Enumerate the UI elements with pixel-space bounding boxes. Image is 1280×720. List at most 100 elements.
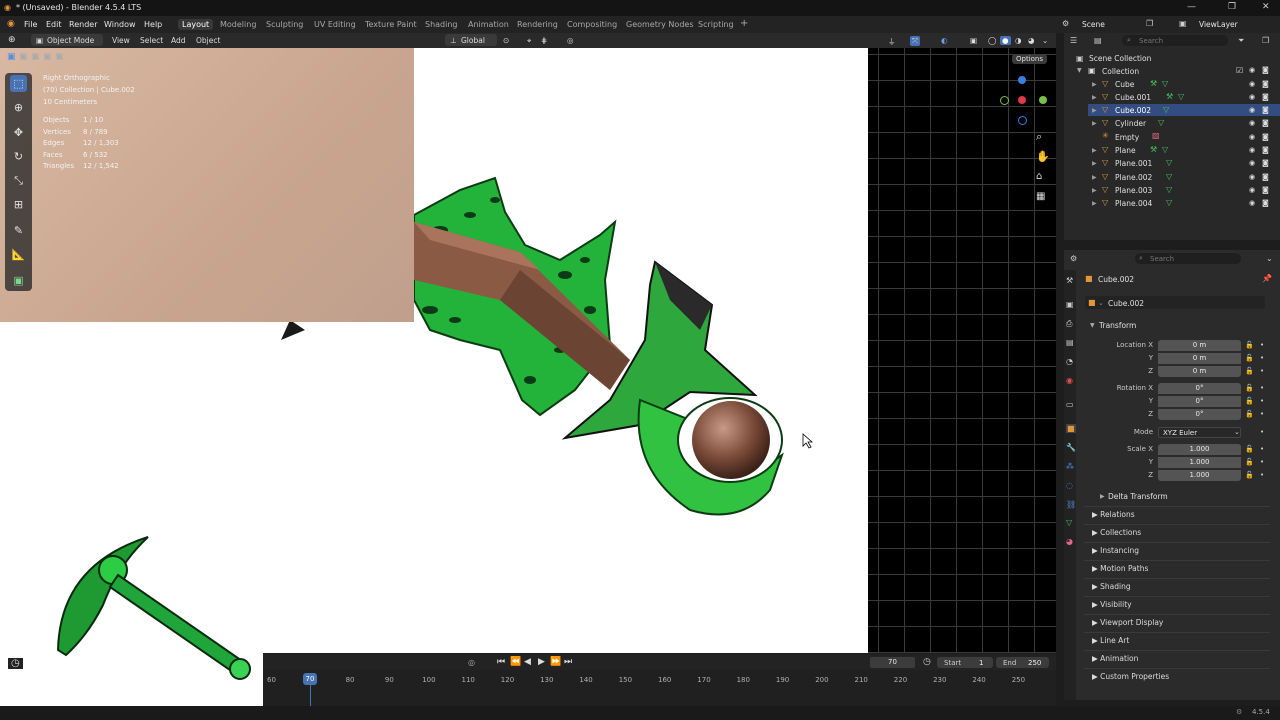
eye-icon[interactable]: ◉	[1249, 93, 1255, 101]
expand-icon[interactable]: ▶	[1092, 160, 1097, 167]
section-motion-paths[interactable]: ▶ Motion Paths	[1092, 564, 1148, 573]
select-extend-icon[interactable]: ▣	[19, 52, 28, 62]
annotate-icon[interactable]: ✎	[10, 222, 27, 239]
tab-scripting[interactable]: Scripting	[698, 20, 734, 29]
scene-selector[interactable]: Scene	[1082, 20, 1105, 29]
camera-icon[interactable]: ◙	[1262, 173, 1269, 181]
measure-icon[interactable]: 📐	[10, 246, 27, 263]
lock-icon[interactable]: 🔓	[1245, 367, 1254, 375]
keyframe-dot-icon[interactable]: •	[1260, 367, 1264, 375]
outliner-item-plane-004[interactable]: Plane.004	[1115, 199, 1152, 208]
solid-shading-icon[interactable]: ●	[1000, 36, 1011, 45]
location-y-field[interactable]: 0 m	[1158, 353, 1241, 364]
particles-tab-icon[interactable]: ⁂	[1066, 462, 1074, 471]
jump-start-icon[interactable]: ⏮	[497, 657, 505, 667]
world-tab-icon[interactable]: ◉	[1066, 376, 1073, 385]
cursor-icon[interactable]: ⊕	[10, 99, 27, 116]
prev-keyframe-icon[interactable]: ⏪	[510, 657, 521, 667]
proportional-edit-icon[interactable]: ◎	[567, 36, 574, 45]
delta-expand-icon[interactable]: ▶	[1100, 493, 1105, 500]
tab-sculpting[interactable]: Sculpting	[266, 20, 303, 29]
keyframe-dot-icon[interactable]: •	[1260, 458, 1264, 466]
camera-icon[interactable]: ◙	[1262, 106, 1269, 114]
properties-editor-icon[interactable]: ⚙	[1070, 254, 1077, 263]
keyframe-dot-icon[interactable]: •	[1260, 341, 1264, 349]
section-viewport-display[interactable]: ▶ Viewport Display	[1092, 618, 1163, 627]
tab-animation[interactable]: Animation	[468, 20, 509, 29]
outliner-item-cube-001[interactable]: Cube.001	[1115, 93, 1151, 102]
expand-icon[interactable]: ▶	[1092, 81, 1097, 88]
ortho-toggle-icon[interactable]: ▦	[1036, 191, 1045, 202]
menu-window[interactable]: Window	[104, 20, 136, 29]
menu-help[interactable]: Help	[144, 20, 162, 29]
editor-type-timeline-icon[interactable]: ◷	[8, 658, 23, 669]
scene-tab-icon[interactable]: ◔	[1066, 357, 1073, 366]
location-x-field[interactable]: 0 m	[1158, 340, 1241, 351]
outliner-item-cylinder[interactable]: Cylinder	[1115, 119, 1146, 128]
editor-type-icon[interactable]: ⊕	[8, 35, 16, 45]
output-tab-icon[interactable]: ⎙	[1066, 319, 1072, 329]
rotate-icon[interactable]: ↻	[10, 148, 27, 165]
section-relations[interactable]: ▶ Relations	[1092, 510, 1135, 519]
menu-render[interactable]: Render	[69, 20, 97, 29]
menu-add[interactable]: Add	[171, 36, 186, 45]
outliner-item-plane-001[interactable]: Plane.001	[1115, 159, 1152, 168]
filter-icon[interactable]: ⏷	[1238, 36, 1244, 46]
play-reverse-icon[interactable]: ◀	[524, 657, 531, 667]
menu-edit[interactable]: Edit	[46, 20, 62, 29]
current-frame-field[interactable]: 70	[870, 657, 915, 668]
outliner-item-cube[interactable]: Cube	[1115, 80, 1134, 89]
viewport-grid-area[interactable]	[868, 48, 1056, 653]
keyframe-dot-icon[interactable]: •	[1260, 354, 1264, 362]
eye-icon[interactable]: ◉	[1249, 106, 1255, 114]
current-frame-indicator[interactable]: 70	[303, 673, 317, 685]
transform-header[interactable]: Transform	[1099, 321, 1136, 330]
outliner-item-cube-002[interactable]: Cube.002	[1115, 106, 1151, 115]
options-button[interactable]: Options	[1012, 54, 1048, 64]
outliner-item-plane[interactable]: Plane	[1115, 146, 1136, 155]
expand-icon[interactable]: ▶	[1092, 200, 1097, 207]
lock-icon[interactable]: 🔓	[1245, 445, 1254, 453]
section-instancing[interactable]: ▶ Instancing	[1092, 546, 1139, 555]
expand-icon[interactable]: ▶	[1092, 187, 1097, 194]
outliner-search[interactable]	[1122, 35, 1228, 46]
lock-icon[interactable]: 🔓	[1245, 397, 1254, 405]
menu-object[interactable]: Object	[196, 36, 220, 45]
display-mode-icon[interactable]: ▤	[1094, 36, 1102, 45]
add-cube-icon[interactable]: ▣	[10, 272, 27, 289]
camera-icon[interactable]: ◙	[1262, 133, 1269, 141]
camera-icon[interactable]: ◙	[1262, 199, 1269, 207]
new-scene-icon[interactable]: ❐	[1146, 19, 1153, 28]
pivot-icon[interactable]: ⊙	[503, 36, 509, 45]
next-keyframe-icon[interactable]: ⏩	[550, 657, 561, 667]
location-z-field[interactable]: 0 m	[1158, 366, 1241, 377]
camera-icon[interactable]: ◙	[1262, 119, 1269, 127]
menu-view[interactable]: View	[112, 36, 130, 45]
select-invert-icon[interactable]: ▣	[43, 52, 52, 62]
eye-icon[interactable]: ◉	[1249, 186, 1255, 194]
material-shading-icon[interactable]: ◑	[1015, 36, 1022, 45]
keyframe-dot-icon[interactable]: •	[1260, 397, 1264, 405]
visibility-icon[interactable]: ⏚	[888, 36, 896, 47]
blender-menu-icon[interactable]: ◉	[7, 19, 15, 29]
expand-icon[interactable]: ▶	[1092, 94, 1097, 101]
expand-icon[interactable]: ▶	[1092, 107, 1097, 114]
add-workspace-button[interactable]: +	[740, 18, 748, 29]
tab-texture-paint[interactable]: Texture Paint	[365, 20, 417, 29]
rotation-mode-select[interactable]: XYZ Euler	[1158, 427, 1241, 438]
select-box-icon[interactable]: ⬚	[10, 75, 27, 92]
rotation-z-field[interactable]: 0°	[1158, 409, 1241, 420]
rendered-shading-icon[interactable]: ◕	[1028, 36, 1035, 45]
maximize-icon[interactable]: ❐	[1228, 2, 1236, 12]
view-layer-tab-icon[interactable]: ▤	[1066, 338, 1074, 347]
physics-tab-icon[interactable]: ◌	[1066, 481, 1073, 490]
collection-camera-icon[interactable]: ◙	[1262, 66, 1269, 74]
outliner-item-plane-002[interactable]: Plane.002	[1115, 173, 1152, 182]
play-icon[interactable]: ▶	[538, 657, 545, 667]
data-tab-icon[interactable]: ▽	[1066, 518, 1072, 527]
lock-icon[interactable]: 🔓	[1245, 410, 1254, 418]
camera-icon[interactable]: ◙	[1262, 146, 1269, 154]
keyframe-dot-icon[interactable]: •	[1260, 445, 1264, 453]
rotation-y-field[interactable]: 0°	[1158, 396, 1241, 407]
scale-z-field[interactable]: 1.000	[1158, 470, 1241, 481]
